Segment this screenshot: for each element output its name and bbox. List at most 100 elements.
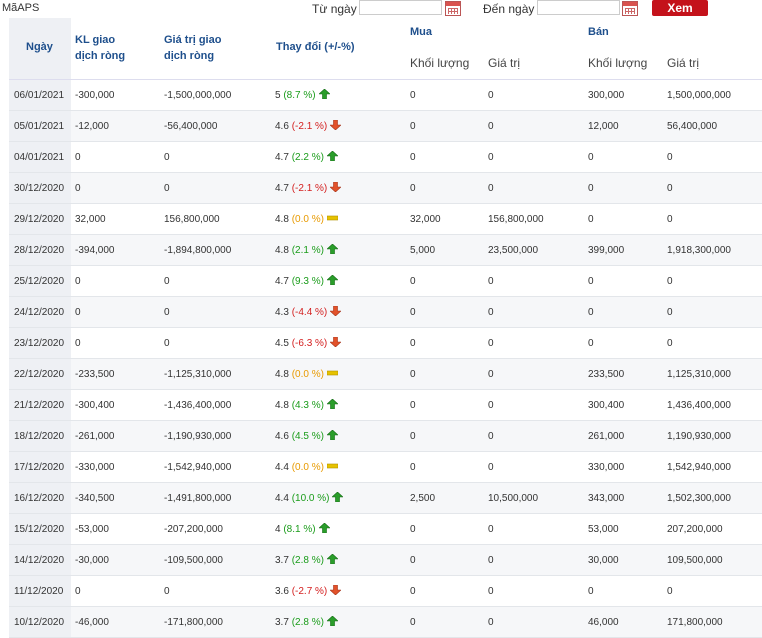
cell-price: 4.6: [275, 431, 289, 442]
cell-buy-volume: 0: [410, 524, 416, 535]
cell-price: 4.8: [275, 214, 289, 225]
cell-net-value: 0: [164, 276, 170, 287]
table-row: 11/12/2020 0 0 3.6 (-2.7 %) 0 0 0 0: [9, 576, 762, 607]
cell-buy-value: 0: [488, 307, 494, 318]
cell-price: 5: [275, 90, 281, 101]
cell-buy-volume: 32,000: [410, 214, 441, 225]
cell-percent: (8.1 %): [283, 524, 316, 535]
cell-date: 21/12/2020: [14, 400, 65, 411]
cell-percent: (0.0 %): [291, 369, 324, 380]
cell-sell-volume: 0: [588, 307, 594, 318]
cell-sell-value: 0: [667, 307, 673, 318]
cell-buy-value: 0: [488, 431, 494, 442]
from-date-input[interactable]: [359, 0, 442, 15]
cell-sell-volume: 0: [588, 214, 594, 225]
cell-change: 4.3 (-4.4 %): [275, 306, 342, 318]
cell-date: 23/12/2020: [14, 338, 65, 349]
cell-date: 06/01/2021: [14, 90, 65, 101]
cell-price: 4.8: [275, 369, 289, 380]
cell-percent: (0.0 %): [291, 462, 324, 473]
calendar-icon[interactable]: [445, 1, 461, 16]
cell-net-value: -171,800,000: [164, 617, 223, 628]
cell-net-volume: -300,400: [75, 400, 115, 411]
cell-net-volume: 0: [75, 152, 81, 163]
cell-change: 4 (8.1 %): [275, 523, 330, 535]
cell-date: 22/12/2020: [14, 369, 65, 380]
cell-buy-volume: 0: [410, 431, 416, 442]
no-change-icon: [324, 369, 338, 380]
to-date-label: Đến ngày: [483, 2, 535, 16]
cell-sell-volume: 46,000: [588, 617, 619, 628]
cell-price: 4.6: [275, 121, 289, 132]
cell-net-volume: -12,000: [75, 121, 109, 132]
cell-buy-value: 0: [488, 276, 494, 287]
cell-sell-volume: 0: [588, 276, 594, 287]
cell-net-volume: 0: [75, 338, 81, 349]
cell-buy-volume: 0: [410, 121, 416, 132]
arrow-up-icon: [324, 244, 338, 256]
cell-net-volume: -394,000: [75, 245, 115, 256]
cell-net-value: 0: [164, 183, 170, 194]
cell-sell-value: 0: [667, 214, 673, 225]
cell-change: 4.5 (-6.3 %): [275, 337, 342, 349]
cell-buy-value: 0: [488, 400, 494, 411]
header-sell-volume: Khối lượng: [588, 56, 648, 70]
cell-buy-volume: 0: [410, 338, 416, 349]
cell-change: 4.8 (0.0 %): [275, 369, 338, 380]
cell-change: 3.6 (-2.7 %): [275, 585, 342, 597]
cell-price: 4.3: [275, 307, 289, 318]
cell-date: 30/12/2020: [14, 183, 65, 194]
cell-price: 4.8: [275, 245, 289, 256]
table-body: 06/01/2021 -300,000 -1,500,000,000 5 (8.7 %…: [9, 80, 762, 638]
header-net-value-line2: dịch ròng: [164, 50, 215, 62]
cell-net-value: -56,400,000: [164, 121, 218, 132]
cell-change: 4.7 (-2.1 %): [275, 182, 342, 194]
cell-date: 28/12/2020: [14, 245, 65, 256]
cell-date: 18/12/2020: [14, 431, 65, 442]
cell-net-volume: 32,000: [75, 214, 106, 225]
cell-net-value: -1,190,930,000: [164, 431, 232, 442]
cell-sell-volume: 300,000: [588, 90, 625, 101]
arrow-down-icon: [327, 585, 342, 597]
table-row: 05/01/2021 -12,000 -56,400,000 4.6 (-2.1 %)…: [9, 111, 762, 142]
cell-buy-volume: 0: [410, 462, 416, 473]
cell-buy-value: 0: [488, 152, 494, 163]
cell-sell-value: 207,200,000: [667, 524, 723, 535]
cell-sell-volume: 233,500: [588, 369, 625, 380]
cell-buy-value: 0: [488, 183, 494, 194]
cell-buy-volume: 0: [410, 555, 416, 566]
cell-buy-volume: 0: [410, 586, 416, 597]
view-button[interactable]: Xem: [652, 0, 708, 16]
cell-buy-value: 156,800,000: [488, 214, 544, 225]
cell-sell-volume: 30,000: [588, 555, 619, 566]
table-row: 16/12/2020 -340,500 -1,491,800,000 4.4 (10.…: [9, 483, 762, 514]
arrow-down-icon: [327, 337, 342, 349]
cell-sell-value: 0: [667, 152, 673, 163]
table-row: 10/12/2020 -46,000 -171,800,000 3.7 (2.8 %)…: [9, 607, 762, 638]
cell-net-volume: -261,000: [75, 431, 115, 442]
cell-sell-value: 171,800,000: [667, 617, 723, 628]
calendar-icon[interactable]: [622, 1, 638, 16]
from-date-label: Từ ngày: [312, 2, 357, 16]
cell-change: 4.4 (0.0 %): [275, 462, 338, 473]
header-net-value: Giá trị giao dịch ròng: [164, 32, 221, 64]
table-row: 17/12/2020 -330,000 -1,542,940,000 4.4 (0.0…: [9, 452, 762, 483]
cell-percent: (-2.1 %): [291, 121, 328, 132]
cell-percent: (-2.7 %): [291, 586, 328, 597]
cell-net-volume: -340,500: [75, 493, 115, 504]
cell-percent: (8.7 %): [283, 90, 316, 101]
arrow-down-icon: [327, 120, 342, 132]
cell-sell-volume: 330,000: [588, 462, 625, 473]
to-date-input[interactable]: [537, 0, 620, 15]
cell-net-volume: 0: [75, 586, 81, 597]
cell-change: 4.6 (4.5 %): [275, 430, 338, 442]
cell-sell-value: 0: [667, 586, 673, 597]
cell-date: 17/12/2020: [14, 462, 65, 473]
cell-net-volume: 0: [75, 307, 81, 318]
arrow-up-icon: [324, 275, 338, 287]
cell-net-value: -109,500,000: [164, 555, 223, 566]
cell-net-value: 0: [164, 307, 170, 318]
cell-net-value: 0: [164, 338, 170, 349]
cell-buy-value: 23,500,000: [488, 245, 539, 256]
table-row: 25/12/2020 0 0 4.7 (9.3 %) 0 0 0 0: [9, 266, 762, 297]
